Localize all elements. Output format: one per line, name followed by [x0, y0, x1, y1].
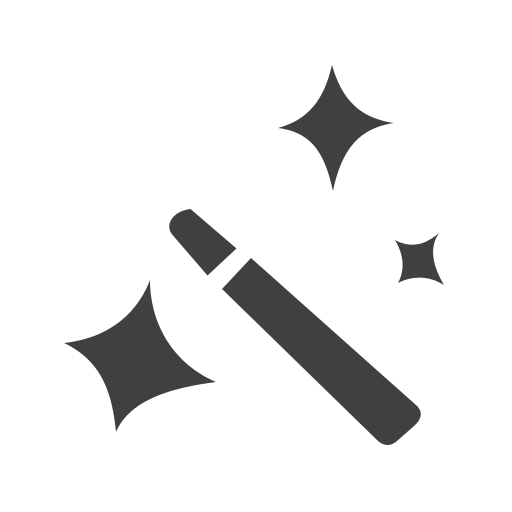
sparkle-small-right-icon	[395, 233, 444, 285]
sparkle-large-top-icon	[278, 65, 394, 191]
sparkle-large-bottom-icon	[64, 280, 216, 432]
wand-handle-icon	[222, 258, 421, 446]
magic-wand-icon-canvas	[0, 0, 512, 512]
magic-wand-sparkles-icon	[64, 65, 444, 446]
wand-tip-icon	[169, 209, 237, 276]
